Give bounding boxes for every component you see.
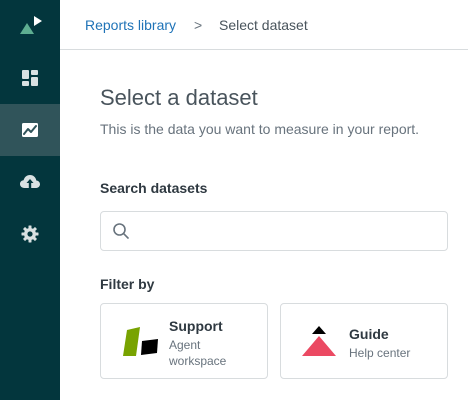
product-logo[interactable] bbox=[0, 0, 60, 52]
filter-card-title: Support bbox=[169, 318, 223, 334]
dashboard-icon bbox=[22, 70, 38, 86]
page-description: This is the data you want to measure in … bbox=[100, 121, 420, 137]
filter-card-guide[interactable]: Guide Help center bbox=[280, 303, 448, 379]
search-box[interactable] bbox=[100, 211, 448, 251]
filter-card-subtitle: Help center bbox=[349, 346, 411, 360]
breadcrumb-separator: > bbox=[194, 17, 203, 33]
support-product-logo bbox=[123, 327, 158, 356]
page-title: Select a dataset bbox=[100, 85, 258, 110]
guide-product-logo bbox=[302, 326, 336, 356]
sidebar-item-dashboards[interactable] bbox=[0, 52, 60, 104]
filter-card-subtitle: Agent workspace bbox=[169, 338, 227, 368]
filter-card-support[interactable]: Support Agent workspace bbox=[100, 303, 268, 379]
filter-label: Filter by bbox=[100, 276, 155, 292]
gear-icon bbox=[21, 225, 39, 243]
breadcrumb-link-reports-library[interactable]: Reports library bbox=[85, 17, 176, 33]
reports-chart-icon bbox=[22, 123, 38, 137]
upload-cloud-icon bbox=[20, 175, 40, 188]
zendesk-explore-logo-icon bbox=[20, 16, 42, 34]
breadcrumb: Reports library > Select dataset bbox=[60, 0, 468, 50]
search-input[interactable] bbox=[139, 212, 439, 250]
sidebar-item-datasets[interactable] bbox=[0, 156, 60, 208]
sidebar bbox=[0, 0, 60, 400]
search-icon bbox=[113, 223, 129, 239]
sidebar-item-reports[interactable] bbox=[0, 104, 60, 156]
breadcrumb-current: Select dataset bbox=[219, 17, 308, 33]
search-label: Search datasets bbox=[100, 180, 208, 196]
sidebar-item-admin[interactable] bbox=[0, 208, 60, 260]
filter-card-title: Guide bbox=[349, 326, 389, 342]
